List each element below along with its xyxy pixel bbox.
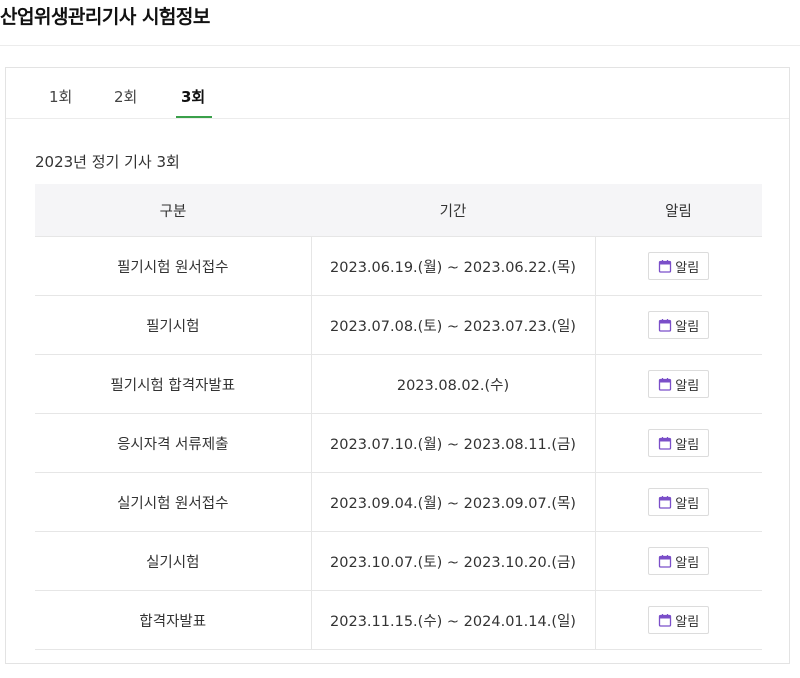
- calendar-icon: [658, 495, 672, 509]
- row-category: 필기시험 원서접수: [35, 236, 311, 296]
- row-alarm-cell: 알림: [594, 531, 762, 591]
- table-row: 필기시험 합격자발표 2023.08.02.(수) 알림: [35, 354, 762, 414]
- row-category: 응시자격 서류제출: [35, 413, 311, 473]
- alarm-label: 알림: [675, 260, 700, 276]
- schedule-table: 구분 기간 알림 필기시험 원서접수 2023.06.19.(월) ~ 2023.…: [35, 184, 762, 650]
- row-category: 실기시험: [35, 531, 311, 591]
- page-title: 산업위생관리기사 시험정보: [0, 6, 210, 28]
- calendar-icon: [658, 554, 672, 568]
- alarm-button[interactable]: 알림: [648, 429, 710, 457]
- calendar-icon: [658, 613, 672, 627]
- active-tab-indicator: [176, 116, 212, 118]
- title-divider: [0, 45, 800, 46]
- alarm-label: 알림: [675, 437, 700, 453]
- header-category: 구분: [35, 184, 311, 237]
- table-row: 응시자격 서류제출 2023.07.10.(월) ~ 2023.08.11.(금)…: [35, 413, 762, 473]
- alarm-button[interactable]: 알림: [648, 606, 710, 634]
- row-alarm-cell: 알림: [594, 590, 762, 650]
- row-alarm-cell: 알림: [594, 472, 762, 532]
- row-period: 2023.08.02.(수): [310, 354, 595, 414]
- row-period: 2023.06.19.(월) ~ 2023.06.22.(목): [310, 236, 595, 296]
- table-header-row: 구분 기간 알림: [35, 184, 762, 237]
- row-category: 실기시험 원서접수: [35, 472, 311, 532]
- calendar-icon: [658, 318, 672, 332]
- row-period: 2023.07.08.(토) ~ 2023.07.23.(일): [310, 295, 595, 355]
- row-category: 필기시험: [35, 295, 311, 355]
- row-category: 합격자발표: [35, 590, 311, 650]
- exam-info-card: 1회 2회 3회 2023년 정기 기사 3회 구분 기간 알림 필기시험 원서…: [5, 67, 790, 664]
- alarm-label: 알림: [675, 496, 700, 512]
- row-period: 2023.10.07.(토) ~ 2023.10.20.(금): [310, 531, 595, 591]
- row-alarm-cell: 알림: [594, 236, 762, 296]
- row-category: 필기시험 합격자발표: [35, 354, 311, 414]
- alarm-label: 알림: [675, 614, 700, 630]
- round-tabs: 1회 2회 3회: [6, 68, 789, 119]
- alarm-button[interactable]: 알림: [648, 547, 710, 575]
- calendar-icon: [658, 377, 672, 391]
- tab-round-3[interactable]: 3회: [181, 86, 205, 107]
- table-row: 필기시험 2023.07.08.(토) ~ 2023.07.23.(일) 알림: [35, 295, 762, 355]
- section-title: 2023년 정기 기사 3회: [35, 153, 180, 171]
- table-row: 실기시험 2023.10.07.(토) ~ 2023.10.20.(금) 알림: [35, 531, 762, 591]
- alarm-button[interactable]: 알림: [648, 370, 710, 398]
- row-period: 2023.07.10.(월) ~ 2023.08.11.(금): [310, 413, 595, 473]
- header-alarm: 알림: [595, 184, 762, 237]
- tab-round-1[interactable]: 1회: [49, 86, 72, 107]
- alarm-label: 알림: [675, 319, 700, 335]
- alarm-button[interactable]: 알림: [648, 311, 710, 339]
- alarm-button[interactable]: 알림: [648, 488, 710, 516]
- tab-round-2[interactable]: 2회: [114, 86, 137, 107]
- alarm-label: 알림: [675, 555, 700, 571]
- row-alarm-cell: 알림: [594, 354, 762, 414]
- header-period: 기간: [311, 184, 595, 237]
- alarm-label: 알림: [675, 378, 700, 394]
- table-row: 합격자발표 2023.11.15.(수) ~ 2024.01.14.(일) 알림: [35, 590, 762, 650]
- row-alarm-cell: 알림: [594, 413, 762, 473]
- calendar-icon: [658, 436, 672, 450]
- calendar-icon: [658, 259, 672, 273]
- table-row: 실기시험 원서접수 2023.09.04.(월) ~ 2023.09.07.(목)…: [35, 472, 762, 532]
- table-row: 필기시험 원서접수 2023.06.19.(월) ~ 2023.06.22.(목)…: [35, 236, 762, 296]
- row-period: 2023.09.04.(월) ~ 2023.09.07.(목): [310, 472, 595, 532]
- row-period: 2023.11.15.(수) ~ 2024.01.14.(일): [310, 590, 595, 650]
- alarm-button[interactable]: 알림: [648, 252, 710, 280]
- row-alarm-cell: 알림: [594, 295, 762, 355]
